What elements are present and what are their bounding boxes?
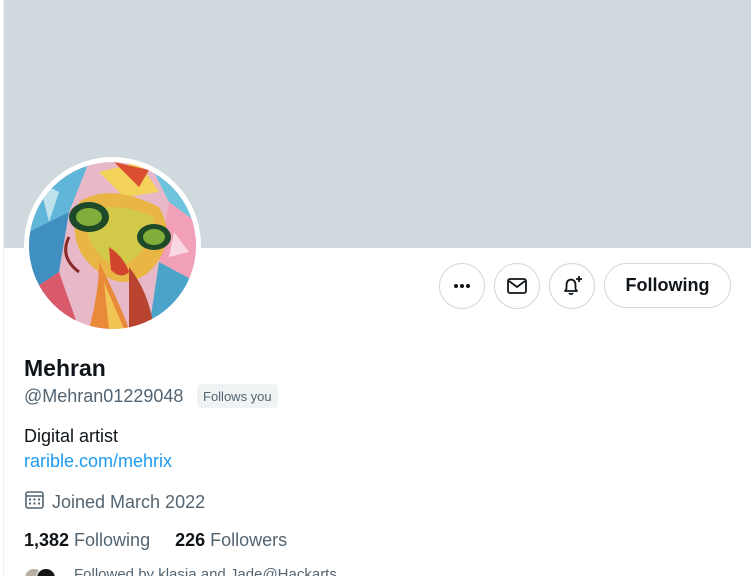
followers-count-label: Followers xyxy=(210,530,288,550)
mini-avatar xyxy=(36,568,56,576)
followers-count: 226 xyxy=(175,530,206,550)
bell-plus-icon xyxy=(560,274,584,298)
more-options-button[interactable] xyxy=(439,263,485,309)
followers-count-link[interactable]: 226 Followers xyxy=(175,530,287,551)
following-count-link[interactable]: 1,382 Following xyxy=(24,530,150,551)
followed-by-avatars xyxy=(24,568,66,576)
website-link[interactable]: rarible.com/mehrix xyxy=(24,451,172,472)
joined-date: Joined March 2022 xyxy=(24,489,205,515)
user-handle: @Mehran01229048 xyxy=(24,386,184,406)
profile-stats: 1,382 Following 226 Followers xyxy=(24,530,287,551)
calendar-icon xyxy=(24,489,52,515)
bio-text: Digital artist xyxy=(24,426,119,446)
message-button[interactable] xyxy=(494,263,540,309)
following-button[interactable]: Following xyxy=(604,263,731,308)
notifications-button[interactable] xyxy=(549,263,595,309)
joined-label: Joined March 2022 xyxy=(52,491,206,512)
more-horizontal-icon xyxy=(452,276,472,296)
followed-by-text: Followed by klasia and Jade@Hackarts xyxy=(74,566,337,576)
following-count-label: Following xyxy=(74,530,151,550)
avatar[interactable] xyxy=(29,162,196,329)
follows-you-badge: Follows you xyxy=(197,384,278,408)
following-count: 1,382 xyxy=(24,530,70,550)
display-name: Mehran xyxy=(24,355,106,381)
envelope-icon xyxy=(506,275,528,297)
followed-by[interactable]: Followed by klasia and Jade@Hackarts xyxy=(24,566,337,576)
